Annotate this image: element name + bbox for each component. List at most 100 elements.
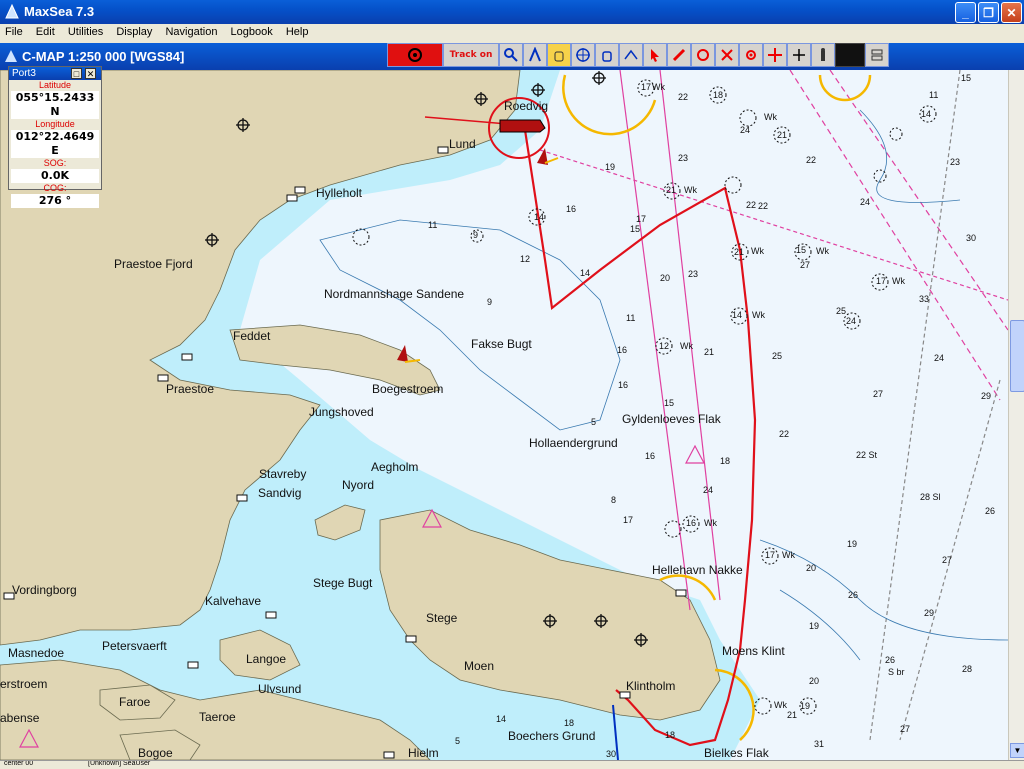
move-icon[interactable]: [763, 43, 787, 67]
menu-logbook[interactable]: Logbook: [226, 24, 278, 38]
depth-value: 33: [919, 294, 929, 304]
latitude-value: 055°15.2433 N: [11, 91, 99, 119]
undo-circle-icon[interactable]: [691, 43, 715, 67]
record-button[interactable]: [387, 43, 443, 67]
menu-file[interactable]: File: [0, 24, 28, 38]
magnifier-icon[interactable]: [499, 43, 523, 67]
route-icon[interactable]: [619, 43, 643, 67]
place-label: Moen: [464, 659, 494, 673]
target-icon[interactable]: [571, 43, 595, 67]
place-label: erstroem: [0, 677, 47, 691]
place-label: Faroe: [119, 695, 151, 709]
depth-value: 18: [713, 90, 723, 100]
port3-restore-button[interactable]: □: [71, 68, 82, 79]
place-label: Fakse Bugt: [471, 337, 532, 351]
depth-value: 22: [779, 429, 789, 439]
cog-label: COG:: [43, 183, 67, 193]
depth-value: 24: [846, 316, 856, 326]
depth-value: 27: [800, 260, 810, 270]
depth-value: 27: [942, 555, 952, 565]
depth-value: 29: [981, 391, 991, 401]
depth-value: 21: [734, 247, 744, 257]
depth-value: 16: [566, 204, 576, 214]
depth-value: 17: [641, 82, 651, 92]
depth-value: 16: [686, 518, 696, 528]
depth-value: 11: [428, 220, 437, 230]
record-target-icon: [408, 48, 422, 62]
wreck-label: Wk: [680, 341, 693, 351]
scrollbar-thumb[interactable]: [1010, 320, 1024, 392]
port3-header[interactable]: Port3 □ ✕: [9, 67, 101, 80]
depth-value: 14: [580, 268, 590, 278]
lighthouse-icon[interactable]: [811, 43, 835, 67]
maximize-button[interactable]: ❐: [978, 2, 999, 23]
depth-value: 24: [740, 125, 750, 135]
pointer-icon[interactable]: [643, 43, 667, 67]
layers-icon[interactable]: [865, 43, 889, 67]
depth-value: 30: [966, 233, 976, 243]
cog-value: 276 °: [11, 194, 99, 208]
plus-icon[interactable]: [787, 43, 811, 67]
vessel-icon: [499, 119, 546, 133]
latitude-label: Latitude: [38, 80, 72, 90]
nautical-chart[interactable]: Roedvig Lund Hylleholt Praestoe Fjord No…: [0, 70, 1008, 760]
depth-value: 14: [496, 714, 506, 724]
scissors-icon[interactable]: [715, 43, 739, 67]
close-button[interactable]: ✕: [1001, 2, 1022, 23]
depth-value: 19: [847, 539, 857, 549]
depth-value: 17: [636, 214, 646, 224]
track-on-button[interactable]: Track on: [443, 43, 499, 67]
place-label: Jungshoved: [309, 405, 374, 419]
wreck-label: Wk: [752, 310, 765, 320]
place-label: Praestoe: [166, 382, 214, 396]
vertical-scrollbar[interactable]: ▼: [1008, 70, 1024, 760]
port3-close-button[interactable]: ✕: [85, 68, 96, 79]
longitude-label: Longitude: [35, 119, 75, 129]
place-label: Nordmannshage Sandene: [324, 287, 464, 301]
menu-display[interactable]: Display: [111, 24, 157, 38]
depth-value: 9: [473, 230, 478, 240]
depth-value: 18: [564, 718, 574, 728]
depth-value: 21: [666, 185, 676, 195]
compass-divider-icon[interactable]: [523, 43, 547, 67]
place-label: Hylleholt: [316, 186, 363, 200]
place-label: Kalvehave: [205, 594, 261, 608]
port3-title: Port3: [12, 68, 36, 79]
menu-help[interactable]: Help: [281, 24, 314, 38]
scroll-down-icon[interactable]: ▼: [1010, 743, 1024, 758]
depth-value: 16: [617, 345, 627, 355]
depth-value: 14: [534, 212, 544, 222]
wreck-label: Wk: [892, 276, 905, 286]
depth-value: S br: [888, 667, 905, 677]
place-label: Roedvig: [504, 99, 548, 113]
depth-value: 18: [665, 730, 675, 740]
pan-hand-icon[interactable]: [595, 43, 619, 67]
depth-value: 5: [591, 417, 596, 427]
wreck-label: Wk: [816, 246, 829, 256]
place-label: Boegestroem: [372, 382, 443, 396]
chart-window-icon: [5, 50, 17, 62]
menu-edit[interactable]: Edit: [31, 24, 60, 38]
port3-panel[interactable]: Port3 □ ✕ Latitude 055°15.2433 N Longitu…: [8, 66, 102, 208]
toolbar: Track on: [387, 43, 889, 67]
place-label: Ulvsund: [258, 682, 301, 696]
minimize-button[interactable]: _: [955, 2, 976, 23]
place-label: Sandvig: [258, 486, 301, 500]
place-label: Hielm: [408, 746, 439, 760]
status-left: center 00: [4, 760, 34, 767]
depth-value: 11: [929, 90, 938, 100]
depth-value: 21: [777, 130, 787, 140]
hand-icon[interactable]: [547, 43, 571, 67]
waypoint-icon[interactable]: [739, 43, 763, 67]
place-label: Hellehavn Nakke: [652, 563, 743, 577]
place-label: Langoe: [246, 652, 286, 666]
color-swatch-button[interactable]: [835, 43, 865, 67]
place-label: Hollaendergrund: [529, 436, 618, 450]
pencil-icon[interactable]: [667, 43, 691, 67]
menu-navigation[interactable]: Navigation: [160, 24, 222, 38]
depth-value: 16: [618, 380, 628, 390]
depth-value: 25: [836, 306, 846, 316]
menu-utilities[interactable]: Utilities: [63, 24, 108, 38]
wreck-label: Wk: [652, 82, 665, 92]
depth-value: 14: [921, 109, 931, 119]
